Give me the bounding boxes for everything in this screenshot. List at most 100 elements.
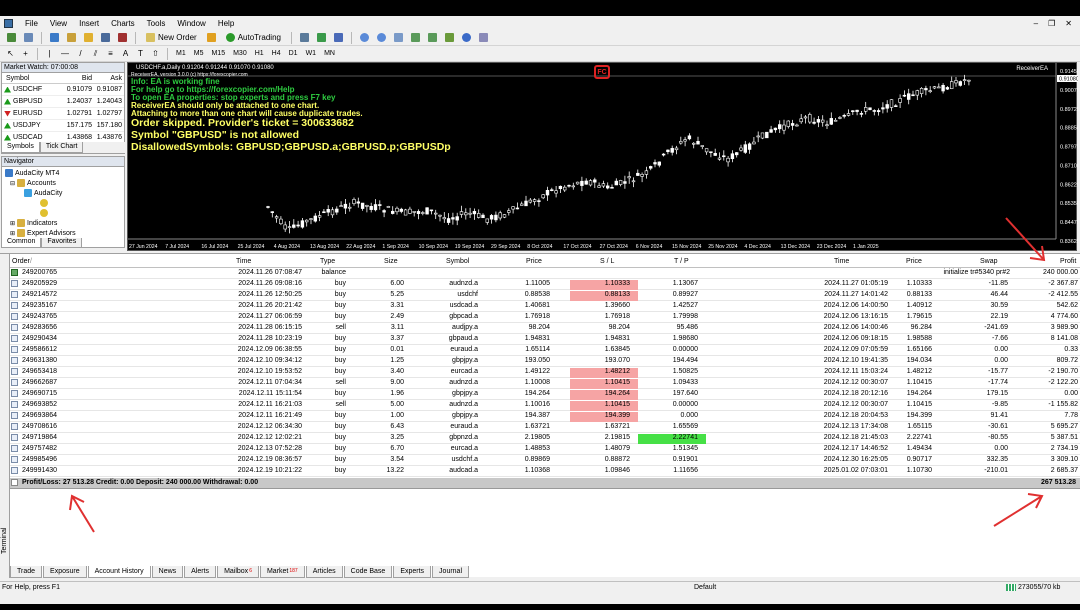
table-row[interactable]: 249631380 2024.12.10 09:34:12 buy 1.25 gbpjp… bbox=[10, 356, 1080, 367]
restore-icon[interactable]: ❐ bbox=[1048, 19, 1055, 28]
table-row[interactable]: 249985496 2024.12.19 08:36:57 buy 3.54 usdch… bbox=[10, 455, 1080, 466]
hdr-swap[interactable]: Swap bbox=[980, 258, 998, 265]
periods-icon[interactable] bbox=[459, 31, 474, 44]
tf-m5[interactable]: M5 bbox=[191, 48, 207, 60]
tab-code-base[interactable]: Code Base bbox=[343, 565, 393, 578]
hdr-close-time[interactable]: Time bbox=[834, 258, 849, 265]
status-profile[interactable]: Default bbox=[694, 584, 716, 591]
cursor-icon[interactable]: ↖ bbox=[4, 47, 17, 60]
terminal-icon[interactable] bbox=[98, 31, 113, 44]
tf-h4[interactable]: H4 bbox=[269, 48, 284, 60]
vertical-line-icon[interactable]: | bbox=[43, 47, 56, 60]
hdr-sl[interactable]: S / L bbox=[600, 258, 614, 265]
nav-experts[interactable]: ⊞ Expert Advisors bbox=[10, 229, 76, 237]
col-bid[interactable]: Bid bbox=[58, 75, 92, 82]
tab-favorites[interactable]: Favorites bbox=[41, 238, 83, 248]
zoom-out-icon[interactable] bbox=[374, 31, 389, 44]
tab-mailbox[interactable]: Mailbox 6 bbox=[217, 565, 259, 578]
minimize-icon[interactable]: – bbox=[1034, 19, 1038, 28]
market-watch-row[interactable]: USDCHF 0.91079 0.91087 bbox=[2, 84, 124, 96]
label-tool-icon[interactable]: T bbox=[134, 47, 147, 60]
tile-windows-icon[interactable] bbox=[391, 31, 406, 44]
tf-m1[interactable]: M1 bbox=[173, 48, 189, 60]
tab-trade[interactable]: Trade bbox=[10, 565, 43, 578]
channel-icon[interactable]: ⫽ bbox=[89, 47, 102, 60]
hdr-profit[interactable]: Profit bbox=[1060, 258, 1076, 265]
table-row[interactable]: 249214572 2024.11.26 12:50:25 buy 5.25 usdch… bbox=[10, 290, 1080, 301]
tab-experts[interactable]: Experts bbox=[393, 565, 432, 578]
tab-account-history[interactable]: Account History bbox=[87, 565, 151, 578]
chart-shift-icon[interactable] bbox=[425, 31, 440, 44]
nav-account-user-2[interactable] bbox=[40, 209, 48, 217]
hdr-time[interactable]: Time bbox=[236, 258, 251, 265]
table-row[interactable]: 249757482 2024.12.13 07:52:28 buy 6.70 eurca… bbox=[10, 444, 1080, 455]
table-row[interactable]: 249243765 2024.11.27 06:06:59 buy 2.49 gbpca… bbox=[10, 312, 1080, 323]
table-row[interactable]: 249290434 2024.11.28 10:23:19 buy 3.37 gbpau… bbox=[10, 334, 1080, 345]
metaeditor-icon[interactable] bbox=[204, 31, 219, 44]
market-watch-row[interactable]: EURUSD 1.02791 1.02797 bbox=[2, 108, 124, 120]
table-row[interactable]: 249719864 2024.12.12 12:02:21 buy 3.25 gbpnz… bbox=[10, 433, 1080, 444]
trendline-icon[interactable]: / bbox=[74, 47, 87, 60]
profiles-icon[interactable] bbox=[21, 31, 36, 44]
tab-symbols[interactable]: Symbols bbox=[1, 142, 40, 153]
hdr-type[interactable]: Type bbox=[320, 258, 335, 265]
table-row[interactable]: 249708616 2024.12.12 06:34:30 buy 6.43 eurau… bbox=[10, 422, 1080, 433]
close-icon[interactable]: ✕ bbox=[1065, 19, 1072, 28]
autoscroll-icon[interactable] bbox=[408, 31, 423, 44]
nav-indicators[interactable]: ⊞ Indicators bbox=[10, 219, 57, 227]
tab-common[interactable]: Common bbox=[1, 238, 42, 248]
tab-tick-chart[interactable]: Tick Chart bbox=[39, 142, 84, 153]
hdr-size[interactable]: Size bbox=[384, 258, 398, 265]
table-row[interactable]: 249235167 2024.11.26 20:21:42 buy 3.31 usdca… bbox=[10, 301, 1080, 312]
data-window-icon[interactable] bbox=[64, 31, 79, 44]
tf-m30[interactable]: M30 bbox=[230, 48, 250, 60]
menu-tools[interactable]: Tools bbox=[141, 19, 172, 28]
tab-journal[interactable]: Journal bbox=[432, 565, 470, 578]
menu-view[interactable]: View bbox=[44, 19, 73, 28]
navigator-icon[interactable] bbox=[81, 31, 96, 44]
menu-insert[interactable]: Insert bbox=[73, 19, 105, 28]
nav-root[interactable]: AudaCity MT4 bbox=[5, 169, 59, 177]
table-row[interactable]: 249693852 2024.12.11 16:21:03 sell 5.00 audn… bbox=[10, 400, 1080, 411]
arrows-tool-icon[interactable]: ⇧ bbox=[149, 47, 162, 60]
hdr-order[interactable]: Order bbox=[12, 258, 30, 265]
tab-articles[interactable]: Articles bbox=[305, 565, 343, 578]
table-row[interactable]: 249200765 2024.11.26 07:08:47 balance initi… bbox=[10, 268, 1080, 279]
tf-h1[interactable]: H1 bbox=[252, 48, 267, 60]
new-chart-icon[interactable] bbox=[4, 31, 19, 44]
new-order-button[interactable]: New Order bbox=[141, 31, 202, 44]
crosshair-icon[interactable]: + bbox=[19, 47, 32, 60]
table-row[interactable]: 249653418 2024.12.10 19:53:52 buy 3.40 eurca… bbox=[10, 367, 1080, 378]
tab-exposure[interactable]: Exposure bbox=[43, 565, 87, 578]
market-watch-icon[interactable] bbox=[47, 31, 62, 44]
nav-account-user-1[interactable] bbox=[40, 199, 48, 207]
text-tool-icon[interactable]: A bbox=[119, 47, 132, 60]
hdr-price[interactable]: Price bbox=[526, 258, 542, 265]
table-row[interactable]: 249205929 2024.11.26 09:08:16 buy 6.00 audnz… bbox=[10, 279, 1080, 290]
tf-m15[interactable]: M15 bbox=[208, 48, 228, 60]
horizontal-line-icon[interactable]: — bbox=[58, 47, 72, 60]
market-watch-row[interactable]: USDJPY 157.175 157.180 bbox=[2, 120, 124, 132]
zoom-in-icon[interactable] bbox=[357, 31, 372, 44]
tab-alerts[interactable]: Alerts bbox=[184, 565, 217, 578]
nav-account[interactable]: AudaCity bbox=[24, 189, 62, 197]
tf-mn[interactable]: MN bbox=[321, 48, 338, 60]
col-ask[interactable]: Ask bbox=[92, 75, 122, 82]
fibonacci-icon[interactable]: ≡ bbox=[104, 47, 117, 60]
autotrading-button[interactable]: AutoTrading bbox=[221, 31, 286, 44]
tab-market[interactable]: Market 187 bbox=[259, 565, 305, 578]
hdr-tp[interactable]: T / P bbox=[674, 258, 689, 265]
bar-chart-icon[interactable] bbox=[297, 31, 312, 44]
tf-d1[interactable]: D1 bbox=[286, 48, 301, 60]
table-row[interactable]: 249693864 2024.12.11 16:21:49 buy 1.00 gbpjp… bbox=[10, 411, 1080, 422]
hdr-symbol[interactable]: Symbol bbox=[446, 258, 469, 265]
market-watch-row[interactable]: GBPUSD 1.24037 1.24043 bbox=[2, 96, 124, 108]
tester-icon[interactable] bbox=[115, 31, 130, 44]
menu-charts[interactable]: Charts bbox=[105, 19, 141, 28]
table-row[interactable]: 249991430 2024.12.19 10:21:22 buy 13.22 audc… bbox=[10, 466, 1080, 477]
price-chart[interactable]: 0.91450 0.90075 0.89725 0.88850 0.87975 0.871… bbox=[127, 62, 1078, 251]
candlestick-icon[interactable] bbox=[314, 31, 329, 44]
tf-w1[interactable]: W1 bbox=[303, 48, 320, 60]
hdr-close-price[interactable]: Price bbox=[906, 258, 922, 265]
line-chart-icon[interactable] bbox=[331, 31, 346, 44]
